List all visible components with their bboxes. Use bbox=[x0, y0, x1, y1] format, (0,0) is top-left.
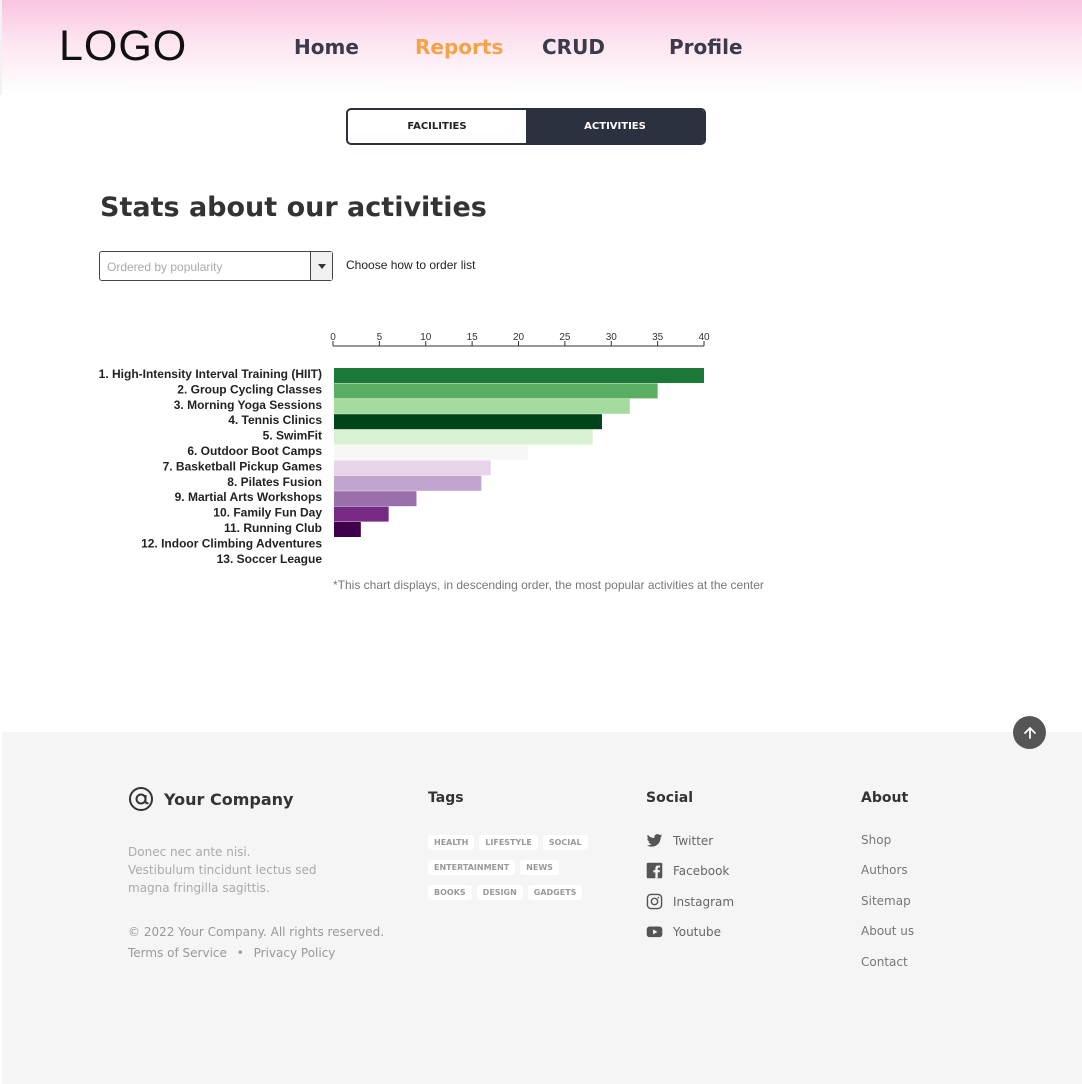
about-sitemap[interactable]: Sitemap bbox=[861, 894, 911, 908]
tag-health[interactable]: HEALTH bbox=[428, 835, 475, 850]
activities-bar-chart: 0 5 10 15 20 25 30 35 40 1. High-Intensity Interv… bbox=[99, 332, 710, 566]
footer-company[interactable]: Your Company bbox=[128, 786, 293, 812]
category-label-1: 1. High-Intensity Interval Training (HII… bbox=[99, 367, 322, 381]
category-label-2: 2. Group Cycling Classes bbox=[177, 382, 322, 396]
nav-home[interactable]: Home bbox=[294, 35, 359, 59]
back-to-top-button[interactable] bbox=[1013, 716, 1046, 749]
tag-gadgets[interactable]: GADGETS bbox=[527, 885, 583, 900]
logo[interactable]: LOGO bbox=[59, 22, 187, 71]
tag-row-1: HEALTH LIFESTYLE SOCIAL bbox=[428, 835, 588, 850]
nav-reports[interactable]: Reports bbox=[415, 35, 503, 59]
tag-entertainment[interactable]: ENTERTAINMENT bbox=[428, 860, 516, 875]
category-label-5: 5. SwimFit bbox=[263, 429, 322, 443]
chevron-down-icon[interactable] bbox=[310, 252, 332, 280]
at-sign-icon bbox=[129, 787, 153, 811]
bar-2 bbox=[334, 383, 658, 399]
bar-1 bbox=[334, 368, 704, 383]
page-title: Stats about our activities bbox=[100, 192, 487, 223]
arrow-up-icon bbox=[1023, 726, 1036, 739]
company-name: Your Company bbox=[164, 789, 294, 809]
bar-9 bbox=[334, 491, 417, 507]
x-tick-label-0: 0 bbox=[330, 332, 336, 343]
top-header: LOGO Home Reports CRUD Profile bbox=[0, 0, 1082, 95]
footer bbox=[2, 732, 1082, 1084]
category-label-10: 10. Family Fun Day bbox=[213, 506, 322, 520]
bar-6 bbox=[334, 445, 528, 460]
category-label-3: 3. Morning Yoga Sessions bbox=[174, 398, 323, 412]
category-label-13: 13. Soccer League bbox=[217, 552, 323, 566]
youtube-icon bbox=[646, 926, 663, 938]
bar-8 bbox=[334, 475, 482, 491]
social-instagram-label: Instagram bbox=[673, 894, 735, 909]
tab-activities[interactable]: ACTIVITIES bbox=[526, 110, 704, 143]
nav-profile[interactable]: Profile bbox=[669, 35, 743, 59]
instagram-icon bbox=[646, 893, 663, 910]
tab-facilities[interactable]: FACILITIES bbox=[348, 110, 526, 143]
x-tick-label-30: 30 bbox=[606, 332, 618, 343]
bar-3 bbox=[334, 398, 630, 414]
copyright: © 2022 Your Company. All rights reserved… bbox=[128, 925, 385, 939]
tag-design[interactable]: DESIGN bbox=[476, 885, 523, 900]
category-label-4: 4. Tennis Clinics bbox=[228, 413, 322, 427]
social-youtube-label: Youtube bbox=[673, 924, 721, 939]
social-twitter[interactable]: Twitter bbox=[646, 832, 713, 849]
category-label-8: 8. Pilates Fusion bbox=[227, 475, 322, 489]
chart-note: *This chart displays, in descending orde… bbox=[333, 578, 764, 592]
about-shop[interactable]: Shop bbox=[861, 833, 891, 847]
nav-crud[interactable]: CRUD bbox=[542, 35, 605, 59]
report-tabs: FACILITIES ACTIVITIES bbox=[346, 108, 706, 145]
about-contact[interactable]: Contact bbox=[861, 955, 908, 969]
x-tick-label-15: 15 bbox=[467, 332, 479, 343]
x-tick-label-40: 40 bbox=[698, 332, 710, 343]
tags-title: Tags bbox=[428, 790, 464, 806]
terms-link[interactable]: Terms of Service bbox=[128, 946, 227, 960]
twitter-icon bbox=[646, 834, 663, 847]
about-about-us[interactable]: About us bbox=[861, 924, 914, 938]
x-tick-label-10: 10 bbox=[420, 332, 432, 343]
social-facebook[interactable]: Facebook bbox=[646, 862, 729, 879]
x-tick-label-35: 35 bbox=[652, 332, 664, 343]
company-description: Donec nec ante nisi. Vestibulum tincidun… bbox=[128, 845, 317, 895]
bar-4 bbox=[334, 414, 602, 430]
order-select-value: Ordered by popularity bbox=[107, 260, 223, 274]
x-tick-label-5: 5 bbox=[377, 332, 383, 343]
bar-10 bbox=[334, 506, 389, 522]
category-label-6: 6. Outdoor Boot Camps bbox=[187, 444, 322, 458]
category-label-9: 9. Martial Arts Workshops bbox=[175, 490, 323, 504]
tag-lifestyle[interactable]: LIFESTYLE bbox=[479, 835, 538, 850]
tag-row-2: ENTERTAINMENT NEWS bbox=[428, 860, 559, 875]
legal-links: Terms of Service • Privacy Policy bbox=[128, 946, 335, 960]
about-title: About bbox=[861, 790, 909, 806]
category-label-11: 11. Running Club bbox=[224, 521, 322, 535]
social-facebook-label: Facebook bbox=[673, 863, 730, 878]
category-label-7: 7. Basketball Pickup Games bbox=[163, 459, 323, 473]
facebook-icon bbox=[646, 862, 663, 879]
bar-5 bbox=[334, 429, 593, 445]
social-youtube[interactable]: Youtube bbox=[646, 923, 721, 940]
about-authors[interactable]: Authors bbox=[861, 863, 908, 877]
social-twitter-label: Twitter bbox=[673, 833, 714, 848]
social-instagram[interactable]: Instagram bbox=[646, 893, 734, 910]
tag-books[interactable]: BOOKS bbox=[428, 885, 472, 900]
x-tick-label-25: 25 bbox=[559, 332, 571, 343]
order-select[interactable]: Ordered by popularity bbox=[99, 251, 333, 281]
bar-11 bbox=[334, 522, 361, 537]
bar-7 bbox=[334, 460, 491, 476]
tag-social[interactable]: SOCIAL bbox=[542, 835, 588, 850]
tag-news[interactable]: NEWS bbox=[520, 860, 559, 875]
category-label-12: 12. Indoor Climbing Adventures bbox=[141, 536, 322, 550]
order-select-help: Choose how to order list bbox=[346, 258, 476, 272]
tag-row-3: BOOKS DESIGN GADGETS bbox=[428, 885, 583, 900]
social-title: Social bbox=[646, 790, 694, 806]
legal-separator: • bbox=[236, 946, 244, 960]
x-tick-label-20: 20 bbox=[513, 332, 525, 343]
privacy-link[interactable]: Privacy Policy bbox=[254, 946, 336, 960]
